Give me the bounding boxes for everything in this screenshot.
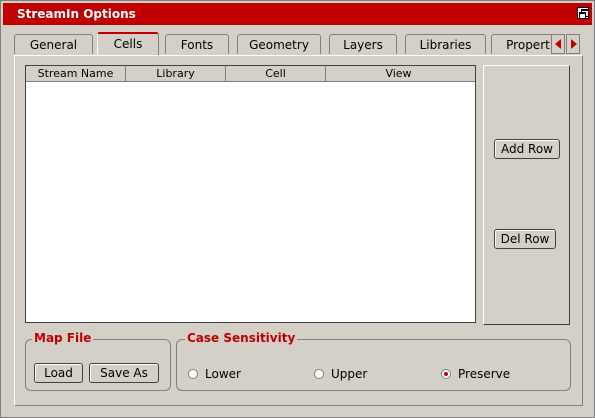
map-file-label: Map File (32, 331, 94, 345)
title-bar: StreamIn Options (3, 3, 592, 25)
del-row-button[interactable]: Del Row (494, 229, 556, 249)
radio-preserve-indicator (441, 369, 451, 379)
add-row-button[interactable]: Add Row (494, 139, 560, 159)
table-header: Stream Name Library Cell View (26, 66, 475, 82)
row-actions-panel (483, 65, 570, 325)
window-title: StreamIn Options (17, 7, 136, 21)
radio-preserve-label: Preserve (458, 367, 511, 381)
tab-layers[interactable]: Layers (329, 34, 397, 54)
column-header-cell[interactable]: Cell (226, 66, 326, 81)
load-button[interactable]: Load (34, 363, 83, 383)
arrow-left-icon (555, 39, 561, 49)
tab-geometry[interactable]: Geometry (237, 34, 321, 54)
cells-table[interactable]: Stream Name Library Cell View (25, 65, 476, 323)
radio-lower-label: Lower (205, 367, 241, 381)
tab-scroll-left-button[interactable] (551, 34, 565, 54)
restore-icon[interactable] (577, 7, 589, 19)
radio-lower-indicator (188, 369, 198, 379)
radio-upper-label: Upper (331, 367, 368, 381)
column-header-library[interactable]: Library (126, 66, 226, 81)
case-sensitivity-group: Case Sensitivity (176, 331, 571, 391)
column-header-view[interactable]: View (326, 66, 471, 81)
tab-cells[interactable]: Cells (97, 32, 159, 55)
case-sensitivity-label: Case Sensitivity (185, 331, 298, 345)
tab-fonts[interactable]: Fonts (165, 34, 229, 54)
column-header-stream-name[interactable]: Stream Name (26, 66, 126, 81)
tab-general[interactable]: General (14, 34, 93, 54)
save-as-button[interactable]: Save As (89, 363, 159, 383)
tab-scroll-right-button[interactable] (566, 34, 580, 54)
radio-upper-indicator (314, 369, 324, 379)
tab-libraries[interactable]: Libraries (405, 34, 486, 54)
arrow-right-icon (571, 39, 577, 49)
